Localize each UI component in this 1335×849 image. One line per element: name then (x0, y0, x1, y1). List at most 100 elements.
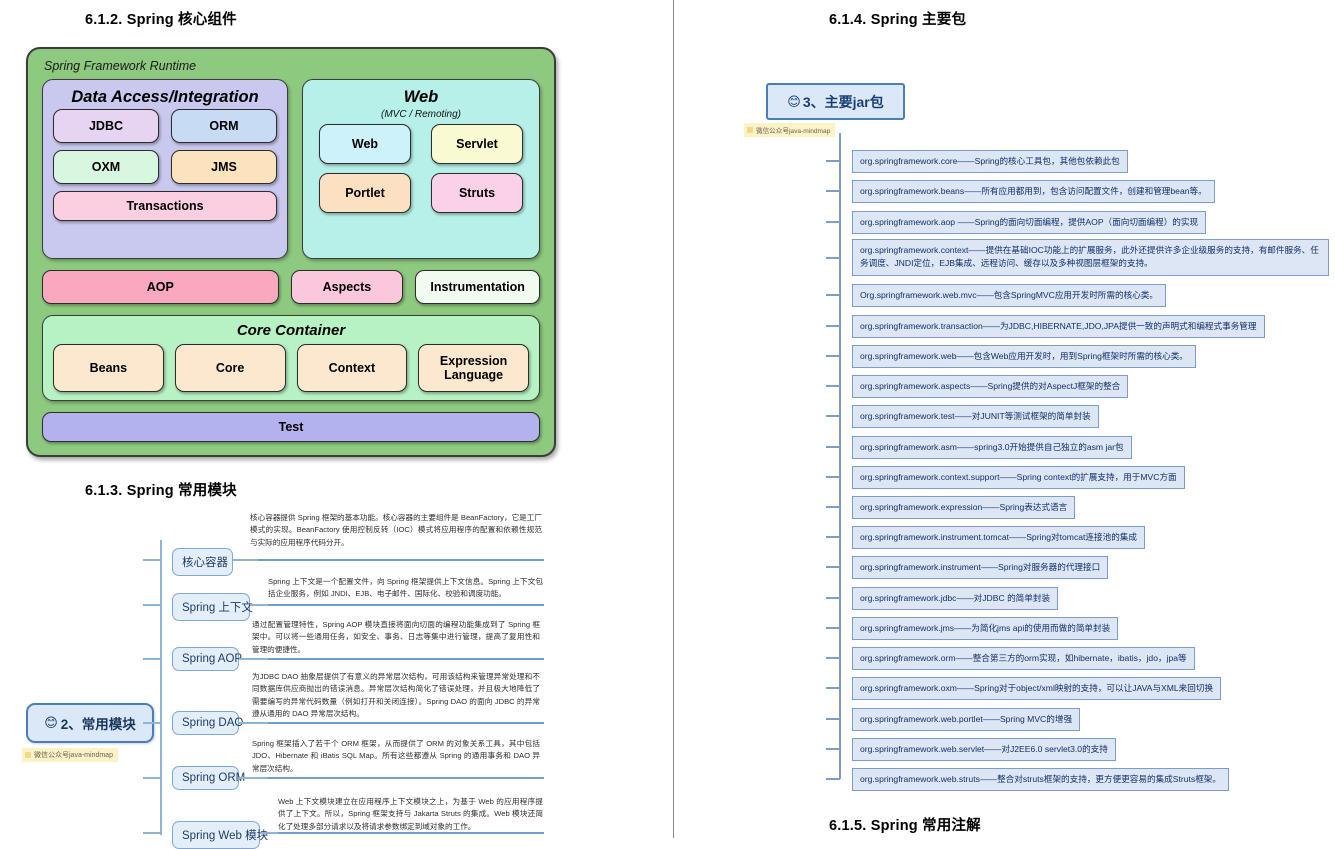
runtime-title: Spring Framework Runtime (44, 59, 197, 73)
cell-context: Context (296, 344, 408, 392)
mindmap-node-spring-dao[interactable]: Spring DAO (172, 711, 243, 735)
jar-stub-4 (826, 257, 840, 259)
mindmap-spine (160, 540, 162, 835)
mindmap-connector-1 (233, 559, 258, 561)
heading-spring-common-annotations: 6.1.5. Spring 常用注解 (829, 818, 981, 834)
jar-stub-12 (826, 506, 840, 508)
mindmap-underline-4 (268, 722, 544, 724)
jar-list-item[interactable]: org.springframework.aspects——Spring提供的对A… (852, 375, 1129, 399)
jar-list-item[interactable]: org.springframework.expression——Spring表达… (852, 496, 1076, 520)
jar-list-item[interactable]: Org.springframework.web.mvc——包含SpringMVC… (852, 284, 1166, 308)
mindmap-stub-5 (143, 777, 161, 779)
smiley-icon: 😊 (787, 93, 801, 109)
cell-struts: Struts (431, 173, 523, 213)
note-text: 微信公众号java-mindmap (756, 128, 831, 135)
jar-list-item[interactable]: org.springframework.aop ——Spring的面向切面编程，… (852, 211, 1207, 235)
jar-stub-17 (826, 657, 840, 659)
cell-beans: Beans (53, 344, 164, 392)
mindmap-text-1: 核心容器提供 Spring 框架的基本功能。核心容器的主要组件是 BeanFac… (250, 513, 542, 547)
jar-stub-11 (826, 476, 840, 478)
mindmap-node-core-container[interactable]: 核心容器 (172, 548, 233, 576)
cell-aspects: Aspects (290, 270, 404, 304)
data-access-panel: Data Access/Integration JDBC ORM OXM JMS (42, 79, 288, 259)
note-text: 微信公众号java-mindmap (34, 752, 113, 759)
cell-jdbc: JDBC (53, 109, 159, 143)
mindmap-node-spring-web[interactable]: Spring Web 模块 (172, 821, 268, 849)
jar-stub-5 (826, 294, 840, 296)
mindmap-stub-3 (143, 658, 161, 660)
jar-stub-1 (826, 160, 840, 162)
jar-list-item[interactable]: org.springframework.oxm——Spring对于object/… (852, 677, 1222, 701)
cell-transactions: Transactions (53, 191, 277, 221)
jar-list-item[interactable]: org.springframework.web.servlet——对J2EE6.… (852, 738, 1116, 762)
jar-list-item[interactable]: org.springframework.context——提供在基础IOC功能上… (852, 239, 1329, 276)
cell-core: Core (174, 344, 286, 392)
jar-list-item[interactable]: org.springframework.web——包含Web应用开发时，用到Sp… (852, 345, 1196, 369)
jar-list-item[interactable]: org.springframework.beans——所有应用都用到，包含访问配… (852, 180, 1215, 204)
jar-list-item[interactable]: org.springframework.web.struts——整合对strut… (852, 768, 1229, 792)
jar-list-item[interactable]: org.springframework.jdbc——对JDBC 的简单封装 (852, 587, 1059, 611)
jar-stub-14 (826, 566, 840, 568)
jar-list-item[interactable]: org.springframework.instrument——Spring对服… (852, 556, 1109, 580)
heading-spring-main-packages: 6.1.4. Spring 主要包 (829, 12, 967, 28)
mindmap-underline-1 (258, 559, 544, 561)
mindmap-stub-1 (143, 559, 161, 561)
jar-root-badge[interactable]: 😊 3、主要jar包 (766, 83, 905, 120)
mindmap-root-badge[interactable]: 😊 2、常用模块 (26, 703, 154, 743)
jar-list-item[interactable]: org.springframework.test——对JUNIT等测试框架的简单… (852, 405, 1099, 429)
jar-list-item[interactable]: org.springframework.transaction——为JDBC,H… (852, 315, 1265, 339)
jar-list-item[interactable]: org.springframework.orm——整合第三方的orm实现，如hi… (852, 647, 1195, 671)
jar-stub-9 (826, 415, 840, 417)
jar-list-item[interactable]: org.springframework.asm——spring3.0开始提供自己… (852, 436, 1132, 460)
jar-stub-8 (826, 385, 840, 387)
runtime-middle-row: AOP Aspects Instrumentation (42, 270, 540, 304)
jar-list-item[interactable]: org.springframework.web.portlet——Spring … (852, 708, 1081, 732)
web-title: Web (403, 88, 439, 106)
mindmap-node-spring-context[interactable]: Spring 上下文 (172, 593, 253, 621)
jar-list-item[interactable]: org.springframework.jms——为简化jms api的使用而做… (852, 617, 1119, 641)
mindmap-stub-2 (143, 604, 161, 606)
jar-list-item[interactable]: org.springframework.instrument.tomcat——S… (852, 526, 1145, 550)
smiley-icon: 😊 (44, 715, 58, 730)
cell-instrumentation: Instrumentation (415, 270, 540, 304)
cell-orm: ORM (171, 109, 277, 143)
jar-stub-19 (826, 718, 840, 720)
cell-servlet: Servlet (431, 124, 523, 164)
note-square-icon (25, 752, 31, 758)
left-column: 6.1.2. Spring 核心组件 Spring Framework Runt… (0, 0, 673, 849)
mindmap-text-6: Web 上下文模块建立在应用程序上下文模块之上，为基于 Web 的应用程序提供了… (278, 797, 543, 831)
jar-mindmap-spine (839, 133, 841, 779)
mindmap-node-spring-orm[interactable]: Spring ORM (172, 766, 245, 790)
web-panel: Web (MVC / Remoting) Web Servlet Portlet… (302, 79, 540, 259)
mindmap-node-spring-aop[interactable]: Spring AOP (172, 647, 243, 671)
mindmap-watermark-note: 微信公众号java-mindmap (22, 748, 118, 762)
mindmap-stub-6 (143, 832, 161, 834)
jar-stub-10 (826, 446, 840, 448)
jar-stub-16 (826, 627, 840, 629)
mindmap-text-2: Spring 上下文是一个配置文件，向 Spring 框架提供上下文信息。Spr… (268, 577, 543, 599)
mindmap-connector-2 (250, 604, 270, 606)
core-container-panel: Core Container Beans Core Context Expres… (42, 315, 540, 401)
runtime-top-row: Data Access/Integration JDBC ORM OXM JMS (42, 79, 540, 259)
common-modules-mindmap: 😊 2、常用模块 微信公众号java-mindmap 核心容器 核心容器提供 S… (0, 500, 673, 849)
node-label: 核心容器 (182, 557, 228, 569)
node-label: Spring AOP (182, 653, 243, 665)
spring-framework-runtime-diagram: Spring Framework Runtime Data Access/Int… (26, 47, 556, 457)
cell-test: Test (42, 412, 540, 442)
jar-stub-18 (826, 687, 840, 689)
mindmap-underline-6 (278, 832, 544, 834)
mindmap-text-4: 为JDBC DAO 抽象层提供了有意义的异常层次结构，可用该结构来管理异常处理和… (252, 672, 540, 718)
cell-web: Web (319, 124, 411, 164)
jar-list-item[interactable]: org.springframework.context.support——Spr… (852, 466, 1185, 490)
document-page: 6.1.2. Spring 核心组件 Spring Framework Runt… (0, 0, 1335, 849)
cell-aop: AOP (42, 270, 279, 304)
jar-stub-20 (826, 748, 840, 750)
jar-stub-15 (826, 597, 840, 599)
jar-list-item[interactable]: org.springframework.core——Spring的核心工具包，其… (852, 150, 1128, 174)
mindmap-underline-3 (268, 658, 544, 660)
cell-portlet: Portlet (319, 173, 411, 213)
jar-stub-3 (826, 221, 840, 223)
jar-stub-2 (826, 190, 840, 192)
mindmap-underline-5 (268, 777, 544, 779)
jar-root-label: 3、主要jar包 (802, 93, 884, 110)
